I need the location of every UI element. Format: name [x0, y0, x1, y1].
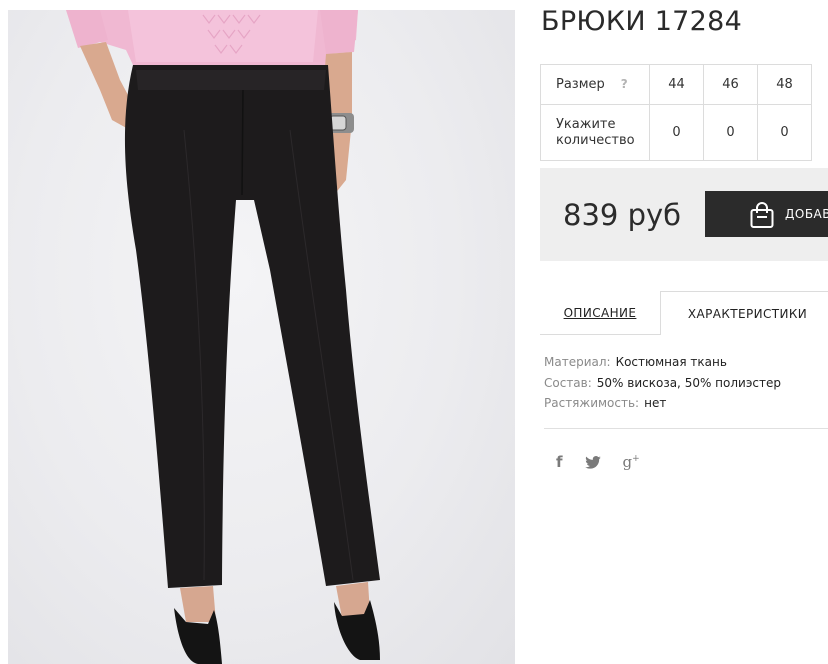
- size-help-icon[interactable]: ?: [621, 77, 628, 91]
- add-to-cart-label: ДОБАВИТЬ В КОРЗИНУ: [785, 207, 828, 221]
- spec-key: Растяжимость:: [544, 396, 640, 410]
- tab-description[interactable]: ОПИСАНИЕ: [540, 291, 660, 335]
- product-tabs: ОПИСАНИЕ ХАРАКТЕРИСТИКИ: [540, 291, 828, 335]
- quantity-row: Укажите количество 0 0 0: [540, 104, 812, 161]
- size-46: 46: [703, 64, 758, 105]
- social-share: f g+: [556, 450, 662, 474]
- product-image[interactable]: [8, 10, 515, 664]
- tab-characteristics[interactable]: ХАРАКТЕРИСТИКИ: [660, 291, 828, 335]
- twitter-icon[interactable]: [584, 455, 601, 469]
- shopping-bag-icon: [750, 202, 774, 228]
- size-row: Размер? 44 46 48: [540, 64, 812, 105]
- size-label: Размер: [556, 77, 605, 92]
- quantity-input-46[interactable]: 0: [703, 104, 758, 161]
- spec-row-material: Материал: Костюмная ткань: [544, 352, 781, 373]
- quantity-input-44[interactable]: 0: [649, 104, 704, 161]
- spec-value: Костюмная ткань: [615, 355, 727, 369]
- spec-value: нет: [644, 396, 667, 410]
- size-table: Размер? 44 46 48 Укажите количество 0 0 …: [540, 64, 812, 161]
- quantity-input-48[interactable]: 0: [757, 104, 812, 161]
- price: 839 руб: [563, 198, 682, 232]
- buy-box: 839 руб ДОБАВИТЬ В КОРЗИНУ: [540, 168, 828, 261]
- spec-row-composition: Состав: 50% вискоза, 50% полиэстер: [544, 373, 781, 394]
- google-plus-letter: g: [622, 452, 633, 471]
- spec-key: Материал:: [544, 355, 611, 369]
- size-48: 48: [757, 64, 812, 105]
- spec-key: Состав:: [544, 375, 592, 390]
- divider: [544, 428, 828, 429]
- add-to-cart-button[interactable]: ДОБАВИТЬ В КОРЗИНУ: [705, 191, 828, 237]
- product-title: БРЮКИ 17284: [541, 6, 743, 37]
- size-label-cell: Размер?: [540, 64, 650, 105]
- spec-value: 50% вискоза, 50% полиэстер: [596, 375, 782, 390]
- trousers-photo-illustration: [66, 10, 380, 664]
- spec-row-stretch: Растяжимость: нет: [544, 393, 781, 414]
- google-plus-sup: +: [632, 453, 640, 464]
- facebook-icon[interactable]: f: [556, 454, 563, 470]
- twitter-bird-shape: [584, 455, 601, 469]
- quantity-label: Укажите количество: [540, 104, 650, 161]
- specs-list: Материал: Костюмная ткань Состав: 50% виск…: [544, 352, 781, 414]
- google-plus-icon[interactable]: g+: [622, 452, 640, 471]
- size-44: 44: [649, 64, 704, 105]
